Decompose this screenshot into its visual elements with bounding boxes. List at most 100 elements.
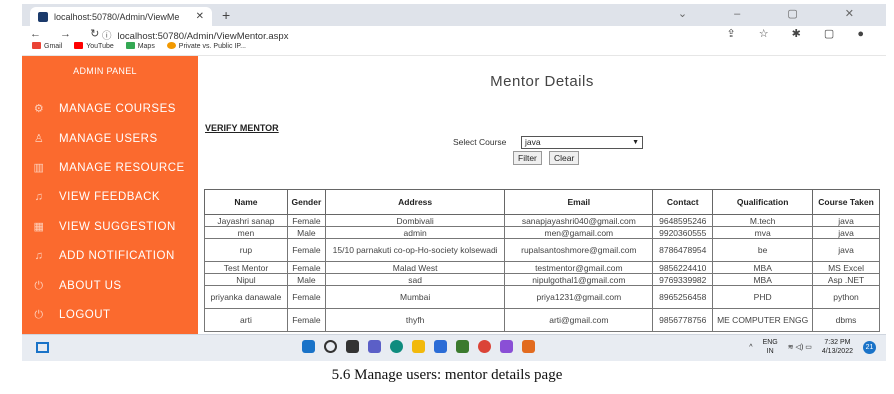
site-favicon-icon [38, 11, 48, 22]
cell-email: men@gamail.com [504, 226, 654, 239]
mentor-table: Name Gender Address Email Contact Qualif… [204, 189, 880, 332]
table-row: Nipul Male sad nipulgothal1@gmail.com 97… [204, 273, 880, 286]
edge-icon[interactable] [390, 340, 403, 353]
cell-contact: 9920360555 [652, 226, 714, 239]
mail-icon[interactable] [434, 340, 447, 353]
cell-qualification: MBA [712, 261, 814, 274]
cell-qualification: M.tech [712, 214, 814, 227]
browser-tab[interactable]: localhost:50780/Admin/ViewMe ✕ [30, 7, 212, 26]
cell-address: 15/10 parnakuti co-op-Ho-society kolsewa… [324, 238, 506, 262]
file-explorer-icon[interactable] [412, 340, 425, 353]
visual-studio-icon[interactable] [500, 340, 513, 353]
column-header: Contact [652, 189, 714, 215]
url-text: localhost:50780/Admin/ViewMentor.aspx [117, 31, 289, 42]
course-filter-label: Select Course [453, 137, 507, 147]
table-row: arti Female thyfh arti@gmail.com 9856778… [204, 308, 880, 332]
verify-mentor-link[interactable]: VERIFY MENTOR [205, 123, 279, 133]
cell-email: nipulgothal1@gmail.com [504, 273, 654, 286]
sidebar-item-logout[interactable]: ⏻ LOGOUT [32, 305, 111, 325]
cell-qualification: mva [712, 226, 814, 239]
table-row: men Male admin men@gamail.com 9920360555… [204, 226, 880, 239]
column-header: Name [204, 189, 288, 215]
store-icon[interactable] [456, 340, 469, 353]
cell-contact: 9856778756 [652, 308, 714, 332]
column-header: Email [504, 189, 654, 215]
system-tray: ^ ENG IN ≋ ◁) ▭ 7:32 PM 4/13/2022 21 [749, 338, 876, 356]
window-controls[interactable]: ⌄ – ▢ ✕ [678, 7, 876, 20]
cell-name: Test Mentor [204, 261, 288, 274]
cell-gender: Female [286, 238, 326, 262]
cell-name: men [204, 226, 288, 239]
course-select[interactable]: java ▼ [521, 136, 643, 149]
language-indicator[interactable]: ENG IN [763, 338, 778, 356]
browser-tab-strip: localhost:50780/Admin/ViewMe ✕ + ⌄ – ▢ ✕ [22, 4, 886, 26]
cell-name: arti [204, 308, 288, 332]
sidebar-item-view-suggestion[interactable]: ▦ VIEW SUGGESTION [32, 217, 176, 237]
power-icon: ⏻ [34, 309, 44, 321]
navigation-buttons[interactable]: ← → ↻ [30, 27, 107, 40]
cell-email: sanapjayashri040@gmail.com [504, 214, 654, 227]
filter-button[interactable]: Filter [513, 151, 542, 165]
bell-icon: ♫ [34, 191, 44, 203]
clock[interactable]: 7:32 PM 4/13/2022 [822, 338, 853, 356]
cell-name: Jayashri sanap [204, 214, 288, 227]
chat-icon[interactable] [368, 340, 381, 353]
clear-button[interactable]: Clear [549, 151, 580, 165]
page-title: Mentor Details [490, 73, 594, 90]
book-icon: ▥ [33, 162, 45, 174]
maps-icon [125, 42, 135, 49]
gear-icon: ⚙ [33, 103, 45, 115]
bookmark-youtube[interactable]: YouTube [74, 42, 114, 50]
table-row: Jayashri sanap Female Dombivali sanapjay… [204, 214, 880, 227]
cell-course: java [812, 226, 880, 239]
bookmark-ip[interactable]: Private vs. Public IP... [166, 42, 246, 50]
sidebar-item-view-feedback[interactable]: ♫ VIEW FEEDBACK [32, 187, 160, 207]
sidebar-item-manage-resource[interactable]: ▥ MANAGE RESOURCE [32, 158, 185, 178]
task-view-icon[interactable] [346, 340, 359, 353]
sidebar-item-manage-users[interactable]: ♙ MANAGE USERS [32, 129, 158, 149]
cell-gender: Female [286, 214, 326, 227]
cell-gender: Female [286, 285, 326, 309]
ip-site-icon [166, 42, 176, 49]
admin-sidebar: ADMIN PANEL ⚙ MANAGE COURSES ♙ MANAGE USER… [22, 56, 198, 334]
taskbar-apps [302, 340, 535, 353]
bookmark-maps[interactable]: Maps [125, 42, 155, 50]
cell-email: testmentor@gmail.com [504, 261, 654, 274]
info-icon[interactable]: ⓘ [102, 31, 112, 42]
cell-address: admin [324, 226, 506, 239]
wifi-volume-battery-icon[interactable]: ≋ ◁) ▭ [788, 343, 812, 351]
url-field[interactable]: ⓘ localhost:50780/Admin/ViewMentor.aspx [102, 28, 288, 42]
sidebar-item-add-notification[interactable]: ♫ ADD NOTIFICATION [32, 246, 175, 266]
notification-badge[interactable]: 21 [863, 340, 876, 354]
chevron-up-icon[interactable]: ^ [749, 344, 752, 351]
column-header: Gender [286, 189, 326, 215]
sidebar-item-about-us[interactable]: ⏻ ABOUT US [32, 276, 122, 296]
bookmark-gmail[interactable]: Gmail [32, 42, 62, 50]
cell-qualification: ME COMPUTER ENGG [712, 308, 814, 332]
figure-caption: 5.6 Manage users: mentor details page [331, 367, 563, 383]
start-icon[interactable] [302, 340, 315, 353]
chrome-icon[interactable] [478, 340, 491, 353]
table-header-row: Name Gender Address Email Contact Qualif… [204, 189, 880, 215]
close-tab-icon[interactable]: ✕ [196, 11, 204, 22]
cell-qualification: be [712, 238, 814, 262]
main-content: Mentor Details VERIFY MENTOR Select Cour… [198, 56, 886, 334]
app-icon[interactable] [522, 340, 535, 353]
cell-name: rup [204, 238, 288, 262]
table-row: priyanka danawale Female Mumbai priya123… [204, 285, 880, 309]
bookmarks-bar: Gmail YouTube Maps Private vs. Public IP… [22, 42, 886, 56]
widgets-icon[interactable] [36, 342, 49, 353]
new-tab-icon[interactable]: + [222, 7, 230, 23]
column-header: Course Taken [812, 189, 880, 215]
cell-address: Malad West [324, 261, 506, 274]
cell-course: dbms [812, 308, 880, 332]
cell-qualification: MBA [712, 273, 814, 286]
cell-course: java [812, 214, 880, 227]
browser-toolbar-icons[interactable]: ⇪ ☆ ✱ ▢ ● [726, 27, 874, 40]
sidebar-item-manage-courses[interactable]: ⚙ MANAGE COURSES [32, 99, 176, 119]
power-icon: ⏻ [34, 280, 44, 292]
sidebar-title: ADMIN PANEL [73, 66, 137, 76]
cell-contact: 8965256458 [652, 285, 714, 309]
search-icon[interactable] [324, 340, 337, 353]
cell-name: priyanka danawale [204, 285, 288, 309]
